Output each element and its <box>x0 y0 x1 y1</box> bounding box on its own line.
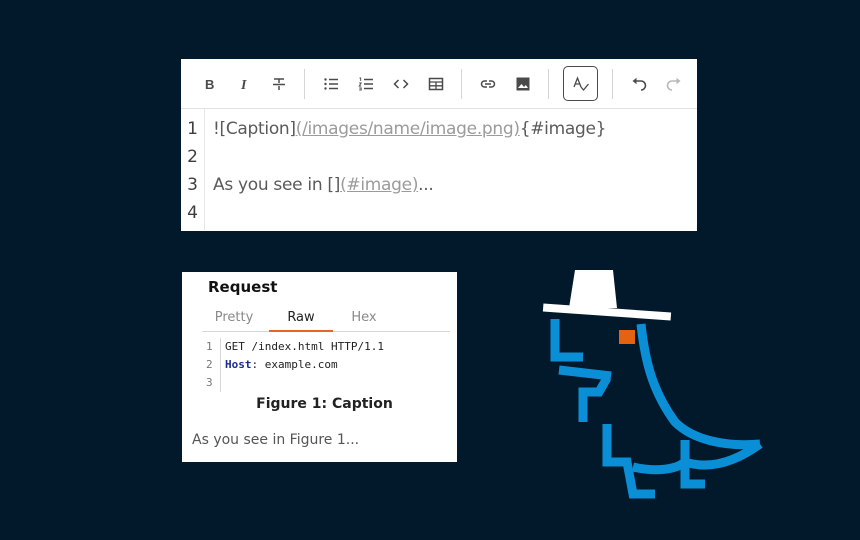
hat-crown <box>569 270 617 308</box>
header-key: Host <box>225 358 252 371</box>
editor-line-1[interactable]: ![Caption](/images/name/image.png){#imag… <box>213 115 606 143</box>
toolbar-divider <box>548 68 549 99</box>
code-line-number: 1 <box>206 340 213 353</box>
bullet-list-button[interactable] <box>313 66 348 102</box>
code-gutter-divider <box>220 338 221 356</box>
dino-eye <box>619 330 635 344</box>
editor-content[interactable]: 1 2 3 4 ![Caption](/images/name/image.pn… <box>181 109 697 230</box>
reference-anchor-link[interactable]: (#image) <box>340 175 418 195</box>
rendered-preview: Request Pretty Raw Hex 1 GET /index.html… <box>182 272 457 462</box>
request-title: Request <box>208 278 278 296</box>
dino-body <box>550 319 763 499</box>
reference-ellipsis: ... <box>418 175 434 195</box>
italic-icon: I <box>240 78 247 92</box>
table-icon <box>428 77 443 90</box>
editor-line-2[interactable] <box>213 143 606 171</box>
figure-caption: Figure 1: Caption <box>256 396 393 412</box>
spellcheck-button[interactable] <box>563 66 598 101</box>
bold-icon: B <box>205 77 214 92</box>
image-id-attribute: {#image} <box>519 119 607 139</box>
editor-lines[interactable]: ![Caption](/images/name/image.png){#imag… <box>205 109 606 230</box>
tab-pretty[interactable]: Pretty <box>202 310 266 325</box>
tab-hex[interactable]: Hex <box>332 310 396 325</box>
code-button[interactable] <box>383 66 418 102</box>
tab-raw[interactable]: Raw <box>269 310 333 332</box>
image-button[interactable] <box>505 66 540 102</box>
numbered-list-button[interactable] <box>348 66 383 102</box>
code-line: 1 GET /index.html HTTP/1.1 <box>206 338 384 356</box>
code-gutter-divider <box>220 356 221 374</box>
editor-line-3[interactable]: As you see in [](#image)... <box>213 171 606 199</box>
numbered-list-icon <box>357 77 373 90</box>
bold-button[interactable]: B <box>191 66 226 102</box>
image-path-link[interactable]: (/images/name/image.png) <box>296 119 520 139</box>
italic-button[interactable]: I <box>226 66 261 102</box>
reference-brackets: [] <box>327 175 341 195</box>
line-number: 3 <box>187 175 198 195</box>
strikethrough-button[interactable] <box>261 66 296 102</box>
editor-line-4[interactable] <box>213 199 606 227</box>
code-icon <box>392 78 409 89</box>
table-button[interactable] <box>418 66 453 102</box>
markdown-editor: B I 1 2 3 4 ![Caption](/images/name/imag… <box>181 59 697 231</box>
bullet-list-icon <box>323 77 338 90</box>
redo-button[interactable] <box>656 66 691 102</box>
toolbar-divider <box>612 68 613 99</box>
spellcheck-icon <box>572 75 589 91</box>
header-value: : example.com <box>251 358 338 371</box>
toolbar-divider <box>461 68 462 99</box>
link-icon <box>480 79 495 88</box>
code-line: 3 <box>206 374 384 392</box>
figure-reference-text: As you see in Figure 1... <box>192 432 360 448</box>
reference-text: As you see in <box>213 175 328 195</box>
request-tabs: Pretty Raw Hex <box>202 310 450 332</box>
link-button[interactable] <box>470 66 505 102</box>
strikethrough-icon <box>272 77 285 90</box>
redo-icon <box>666 77 680 91</box>
undo-icon <box>632 77 646 91</box>
line-number: 1 <box>187 119 198 139</box>
svg-text:B: B <box>205 77 214 92</box>
image-syntax-prefix: ![Caption] <box>213 119 296 139</box>
line-number: 4 <box>187 203 198 223</box>
toolbar-divider <box>304 68 305 99</box>
request-code-block: 1 GET /index.html HTTP/1.1 2 Host: examp… <box>206 338 384 392</box>
code-gutter-divider <box>220 374 221 392</box>
editor-toolbar: B I <box>181 59 697 109</box>
code-line-text: GET /index.html HTTP/1.1 <box>225 340 384 353</box>
line-number: 2 <box>187 147 198 167</box>
image-icon <box>516 77 529 90</box>
code-line-number: 2 <box>206 358 213 371</box>
code-line: 2 Host: example.com <box>206 356 384 374</box>
dino-detective-mascot-icon <box>542 270 763 499</box>
code-line-number: 3 <box>206 376 213 389</box>
svg-text:I: I <box>240 78 247 92</box>
undo-button[interactable] <box>621 66 656 102</box>
line-number-gutter: 1 2 3 4 <box>181 109 205 230</box>
